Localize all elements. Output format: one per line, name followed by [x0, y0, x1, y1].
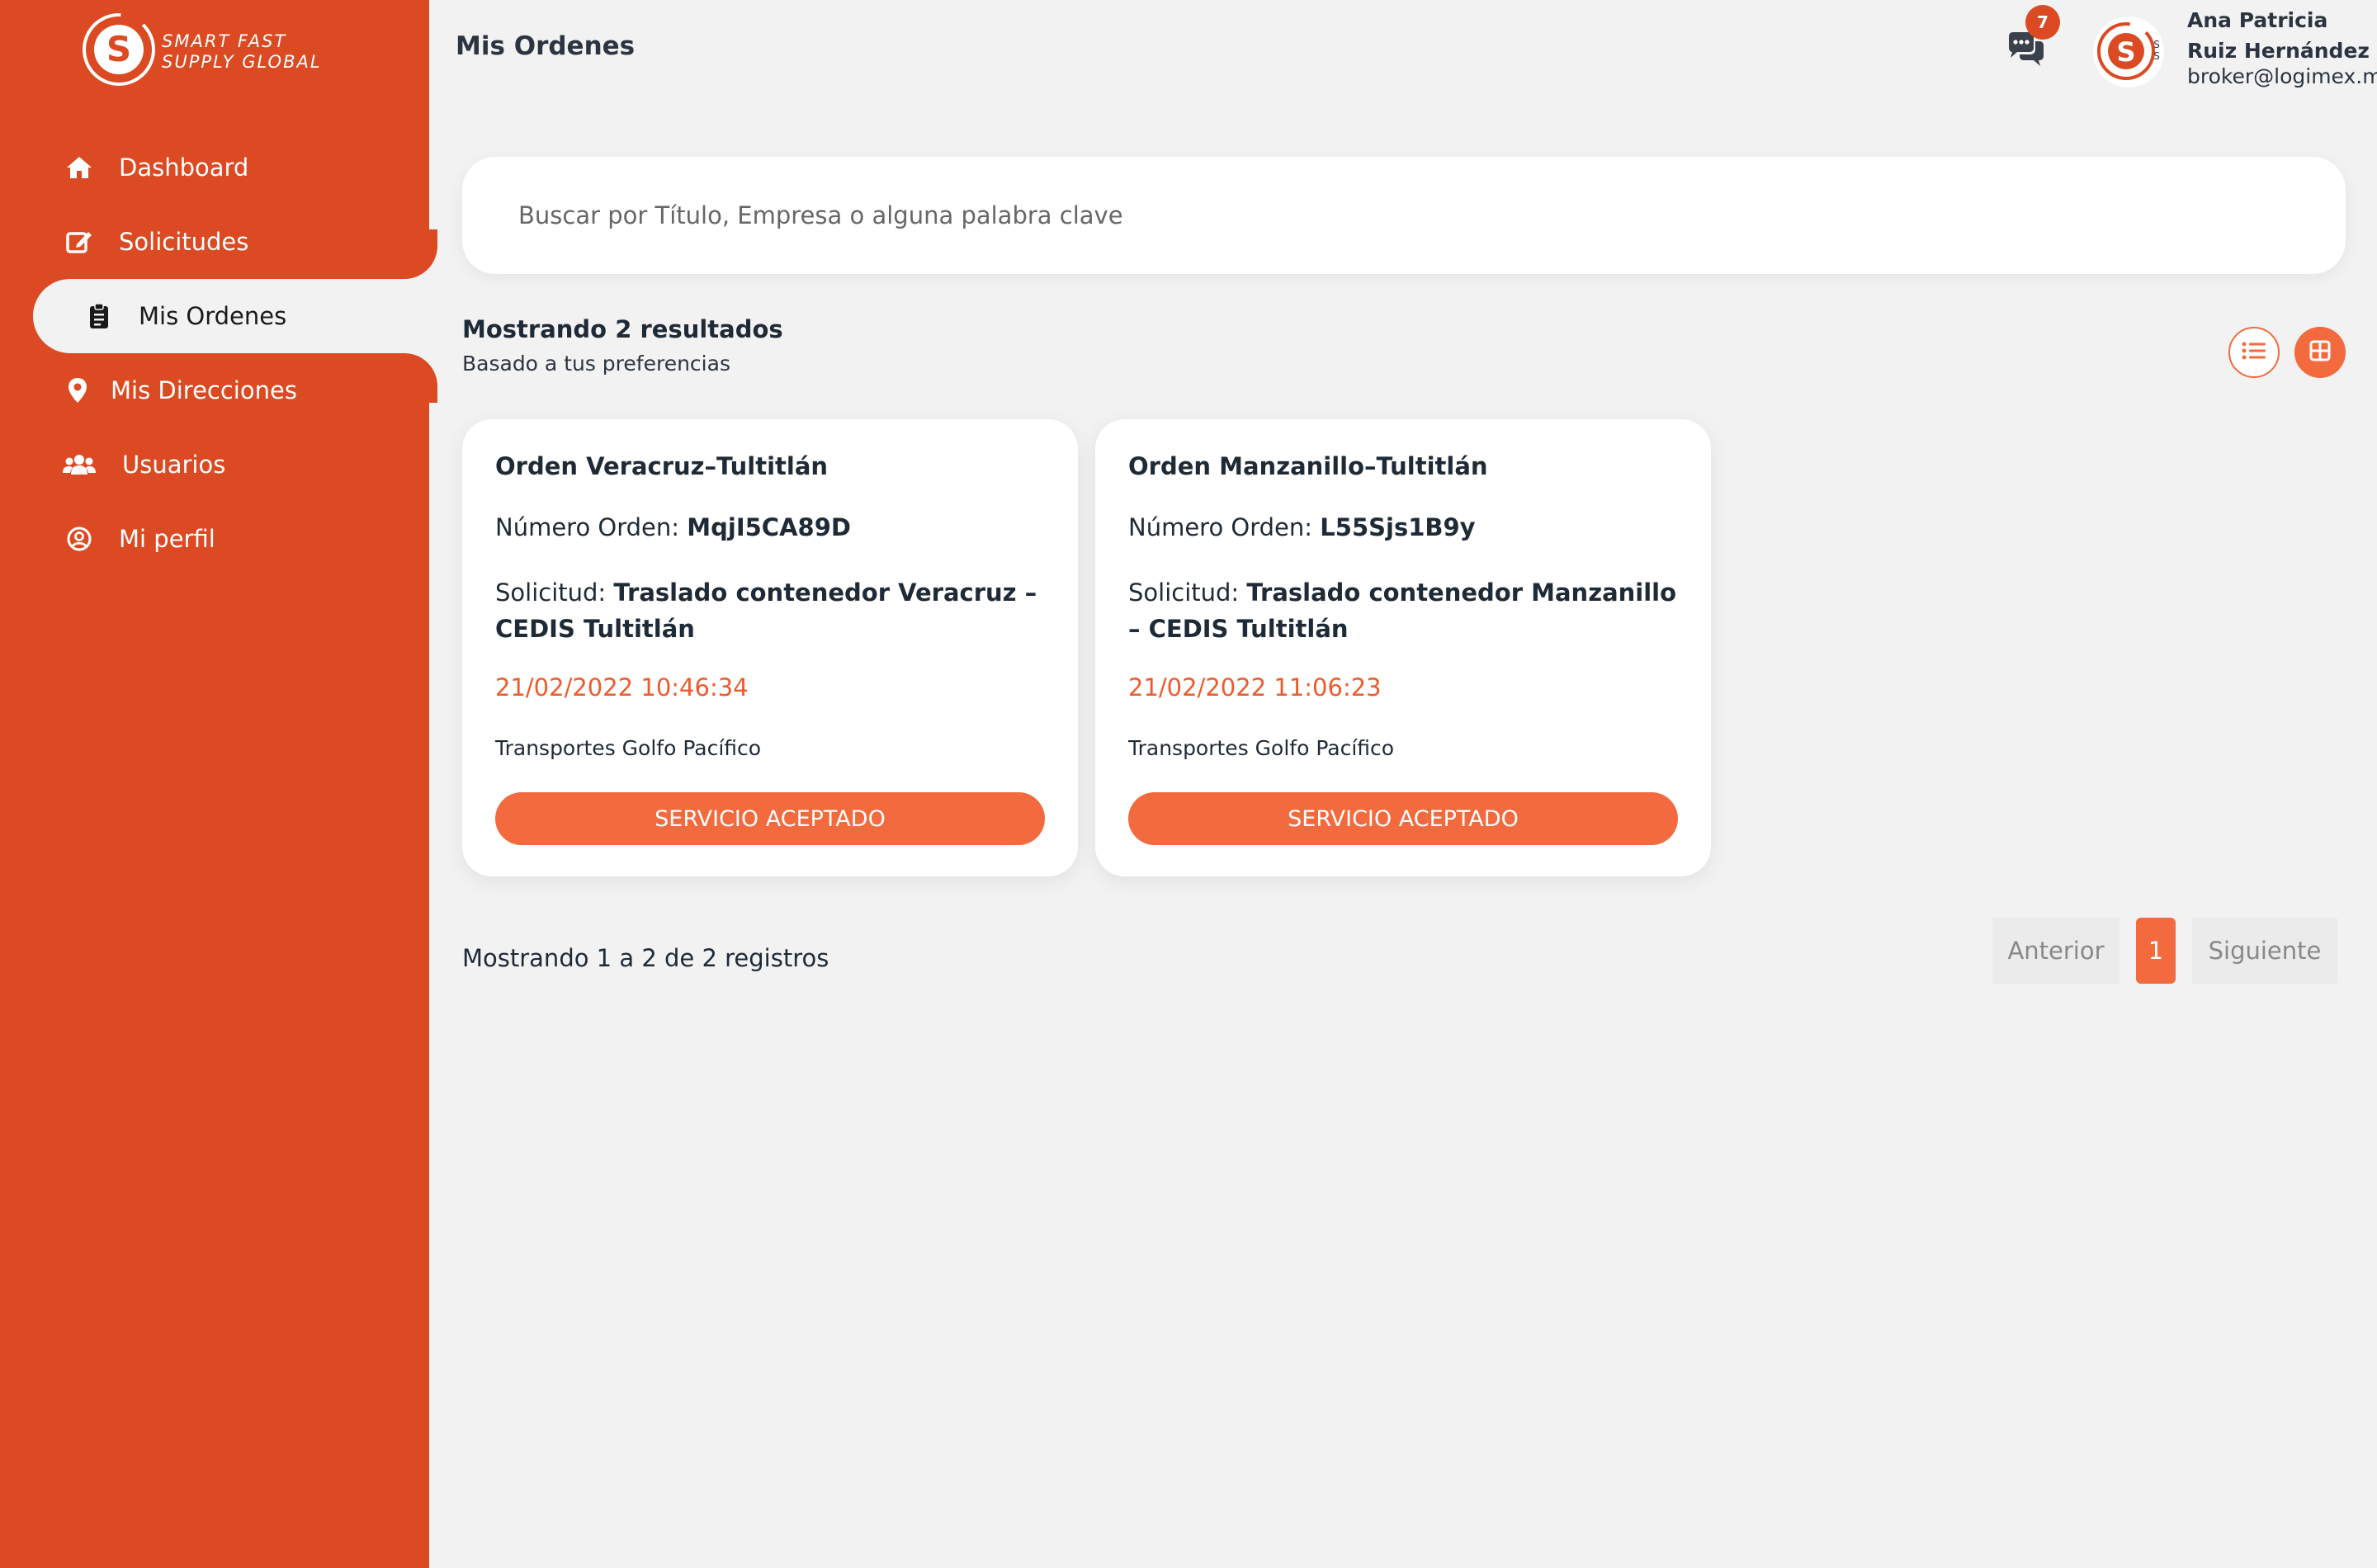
order-title: Orden Veracruz–Tultitlán: [495, 452, 829, 480]
page-title: Mis Ordenes: [456, 31, 636, 61]
sidebar-item-label: Usuarios: [122, 451, 226, 479]
search-input[interactable]: [518, 157, 2293, 274]
order-date: 21/02/2022 10:46:34: [495, 673, 749, 701]
order-request: Solicitud: Traslado contenedor Manzanill…: [1128, 579, 1677, 643]
pagination-page-button[interactable]: 1: [2136, 918, 2176, 984]
avatar[interactable]: S S S: [2093, 17, 2164, 87]
pagination-prev-button[interactable]: Anterior: [1992, 918, 2119, 984]
order-card[interactable]: Orden Veracruz–Tultitlán Número Orden: M…: [462, 419, 1078, 876]
status-button[interactable]: SERVICIO ACEPTADO: [495, 792, 1045, 845]
status-button[interactable]: SERVICIO ACEPTADO: [1128, 792, 1678, 845]
order-request: Solicitud: Traslado contenedor Veracruz …: [495, 579, 1037, 643]
svg-text:S: S: [106, 29, 131, 69]
list-view-button[interactable]: [2228, 327, 2280, 378]
sidebar-item-usuarios[interactable]: Usuarios: [0, 427, 429, 502]
order-company: Transportes Golfo Pacífico: [495, 736, 762, 760]
order-title: Orden Manzanillo–Tultitlán: [1128, 452, 1488, 480]
users-icon: [63, 448, 96, 481]
pagination-next-button[interactable]: Siguiente: [2192, 918, 2337, 984]
svg-text:S: S: [2116, 36, 2135, 68]
order-number: Número Orden: MqjI5CA89D: [495, 513, 851, 541]
sidebar: S SMART FAST SUPPLY GLOBAL Dashboard Sol…: [0, 0, 437, 1568]
sidebar-item-mis-direcciones[interactable]: Mis Direcciones: [0, 353, 429, 427]
results-subtitle: Basado a tus preferencias: [462, 352, 730, 375]
user-email: broker@logimex.mx: [2187, 64, 2377, 88]
notification-badge: 7: [2025, 5, 2060, 40]
results-title: Mostrando 2 resultados: [462, 315, 783, 343]
records-summary: Mostrando 1 a 2 de 2 registros: [462, 944, 829, 972]
edit-icon: [63, 225, 96, 258]
order-date: 21/02/2022 11:06:23: [1128, 673, 1382, 701]
brand-logo-text: SMART FAST SUPPLY GLOBAL: [162, 31, 322, 72]
user-circle-icon: [63, 522, 96, 555]
sidebar-item-label: Solicitudes: [119, 228, 249, 256]
sidebar-item-mi-perfil[interactable]: Mi perfil: [0, 502, 429, 576]
logo-s-icon: S: [83, 13, 155, 86]
sidebar-item-mis-ordenes[interactable]: Mis Ordenes: [0, 279, 429, 353]
sidebar-item-label: Mis Direcciones: [111, 376, 297, 404]
home-icon: [63, 151, 96, 184]
list-icon: [2242, 341, 2266, 364]
brand-logo[interactable]: S SMART FAST SUPPLY GLOBAL: [79, 7, 360, 92]
sidebar-item-label: Mi perfil: [119, 525, 215, 553]
search-bar: [462, 157, 2346, 274]
sidebar-item-label: Dashboard: [119, 153, 249, 182]
sidebar-item-solicitudes[interactable]: Solicitudes: [0, 205, 429, 279]
grid-icon: [2309, 340, 2331, 365]
order-card[interactable]: Orden Manzanillo–Tultitlán Número Orden:…: [1095, 419, 1711, 876]
sidebar-item-label: Mis Ordenes: [139, 302, 287, 330]
clipboard-icon: [83, 300, 116, 333]
user-name: Ana Patricia Ruiz Hernández: [2187, 8, 2370, 63]
svg-text:S: S: [2153, 39, 2160, 50]
svg-text:S: S: [2153, 50, 2160, 62]
map-pin-icon: [61, 374, 94, 407]
order-number: Número Orden: L55Sjs1B9y: [1128, 513, 1476, 541]
order-company: Transportes Golfo Pacífico: [1128, 736, 1395, 760]
sidebar-item-dashboard[interactable]: Dashboard: [0, 130, 429, 205]
grid-view-button[interactable]: [2294, 327, 2346, 378]
